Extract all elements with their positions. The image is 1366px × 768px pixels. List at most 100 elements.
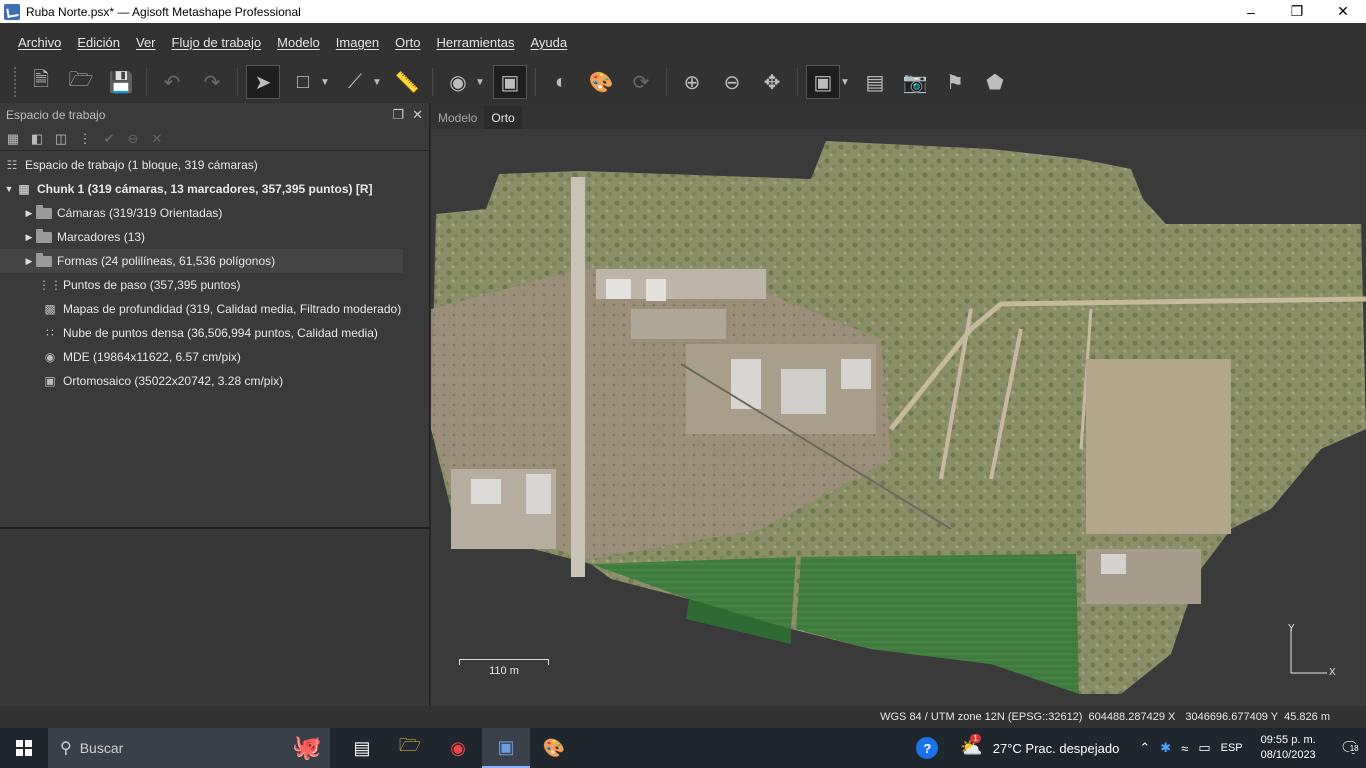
camera-icon[interactable]: 📷 <box>898 65 932 99</box>
float-panel-icon[interactable]: ❐ <box>392 107 404 123</box>
weather-icon[interactable]: ⛅ 1 <box>960 733 983 759</box>
open-folder-icon[interactable]: 🗁 <box>64 65 98 99</box>
orthomosaic-view-icon[interactable]: ▣ <box>493 65 527 99</box>
menu-imagen[interactable]: Imagen <box>328 35 387 50</box>
tree-item-markers[interactable]: ▶ Marcadores (13) <box>0 225 429 249</box>
status-y: 3046696.677409 Y <box>1185 711 1279 723</box>
notifications-icon[interactable]: 🗨18 <box>1340 738 1361 758</box>
new-file-icon[interactable]: 🗎 <box>24 65 58 99</box>
add-marker-icon[interactable]: ⋮ <box>76 130 94 148</box>
status-x: 604488.287429 X <box>1088 711 1176 723</box>
selection-dropdown-icon[interactable]: ▼ <box>320 65 330 99</box>
paint-icon[interactable]: 🎨 <box>530 728 578 768</box>
tree-item-cameras[interactable]: ▶ Cámaras (319/319 Orientadas) <box>0 201 429 225</box>
search-icon: ⚲ <box>60 740 72 757</box>
folder-icon <box>36 228 52 244</box>
workspace-root-row[interactable]: ☷ Espacio de trabajo (1 bloque, 319 cáma… <box>0 153 429 177</box>
notification-count: 18 <box>1347 744 1361 753</box>
orthomosaic-image <box>431 141 1366 694</box>
markers-flag-icon[interactable]: ⚑ <box>938 65 972 99</box>
title-bar: Ruba Norte.psx* — Agisoft Metashape Prof… <box>0 0 1366 23</box>
wifi-icon[interactable]: ≈ <box>1181 741 1188 756</box>
battery-icon[interactable]: ▭ <box>1198 740 1210 756</box>
menu-ver[interactable]: Ver <box>128 35 164 50</box>
save-icon[interactable]: 💾 <box>104 65 138 99</box>
help-icon[interactable]: ? <box>916 737 939 759</box>
workspace-root-label: Espacio de trabajo (1 bloque, 319 cámara… <box>25 158 258 172</box>
draw-polyline-icon[interactable]: ⟋ <box>338 65 372 99</box>
weather-text[interactable]: 27°C Prac. despejado <box>993 741 1120 756</box>
tree-item-tie-points[interactable]: ⋮⋮ Puntos de paso (357,395 puntos) <box>0 273 429 297</box>
refresh-icon[interactable]: ⟳ <box>624 65 658 99</box>
restore-button[interactable]: ❐ <box>1274 0 1320 23</box>
add-folder-icon[interactable]: ◫ <box>52 130 70 148</box>
expand-arrow-icon[interactable]: ▶ <box>22 208 36 219</box>
menu-edicion[interactable]: Edición <box>69 35 128 50</box>
start-button[interactable] <box>0 728 48 768</box>
tree-item-orthomosaic[interactable]: ▣ Ortomosaico (35022x20742, 3.28 cm/pix) <box>0 369 429 393</box>
menu-modelo[interactable]: Modelo <box>269 35 328 50</box>
chunk-row[interactable]: ▼ ▦ Chunk 1 (319 cámaras, 13 marcadores,… <box>0 177 429 201</box>
add-photos-icon[interactable]: ◧ <box>28 130 46 148</box>
minimize-button[interactable]: – <box>1228 0 1274 23</box>
workspace-toolbar: ▦ ◧ ◫ ⋮ ✔ ⊖ ✕ <box>0 127 429 151</box>
dem-view-icon[interactable]: ◉ <box>441 65 475 99</box>
task-view-icon[interactable]: ▤ <box>338 728 386 768</box>
reset-view-icon[interactable]: ✥ <box>755 65 789 99</box>
dem-dropdown-icon[interactable]: ▼ <box>475 65 485 99</box>
remove-icon[interactable]: ✕ <box>148 130 166 148</box>
show-hidden-icons-icon[interactable]: ⌃ <box>1139 740 1150 756</box>
chunk-label: Chunk 1 (319 cámaras, 13 marcadores, 357… <box>37 182 373 196</box>
metashape-app-icon <box>4 3 20 20</box>
chrome-icon[interactable]: ◉ <box>434 728 482 768</box>
draw-dropdown-icon[interactable]: ▼ <box>372 65 382 99</box>
ortho-image-icon[interactable]: ▣ <box>806 65 840 99</box>
status-z: 45.826 m <box>1284 711 1330 723</box>
toolbar-separator <box>432 68 433 96</box>
tab-modelo[interactable]: Modelo <box>431 106 484 129</box>
expand-arrow-icon[interactable]: ▶ <box>22 232 36 243</box>
tree-item-label: Puntos de paso (357,395 puntos) <box>63 278 241 292</box>
add-chunk-icon[interactable]: ▦ <box>4 130 22 148</box>
tree-item-label: Marcadores (13) <box>57 230 146 244</box>
tree-item-depth-maps[interactable]: ▩ Mapas de profundidad (319, Calidad med… <box>0 297 429 321</box>
bluetooth-icon[interactable]: ✱ <box>1160 740 1171 756</box>
navigation-pointer-icon[interactable]: ➤ <box>246 65 280 99</box>
tree-item-dense-cloud[interactable]: ∷ Nube de puntos densa (36,506,994 punto… <box>0 321 429 345</box>
menu-archivo[interactable]: Archivo <box>10 35 69 50</box>
zoom-in-icon[interactable]: ⊕ <box>675 65 709 99</box>
view-tabs: Modelo Orto <box>431 103 1366 129</box>
clock[interactable]: 09:55 p. m. 08/10/2023 <box>1261 733 1316 763</box>
search-placeholder: Buscar <box>79 740 124 756</box>
menu-ayuda[interactable]: Ayuda <box>522 35 575 50</box>
menu-flujo-de-trabajo[interactable]: Flujo de trabajo <box>164 35 270 50</box>
taskbar-search[interactable]: ⚲ Buscar 🐙 <box>48 728 330 768</box>
expand-arrow-icon[interactable]: ▶ <box>22 256 36 267</box>
tree-item-dem[interactable]: ◉ MDE (19864x11622, 6.57 cm/pix) <box>0 345 429 369</box>
ruler-icon[interactable]: 📏 <box>390 65 424 99</box>
close-button[interactable]: ✕ <box>1320 0 1366 23</box>
contrast-icon[interactable]: ◐ <box>544 65 578 99</box>
zoom-out-icon[interactable]: ⊖ <box>715 65 749 99</box>
palette-icon[interactable]: 🎨 <box>584 65 618 99</box>
disable-icon[interactable]: ⊖ <box>124 130 142 148</box>
metashape-taskbar-icon[interactable]: ▣ <box>482 728 530 768</box>
window-title: Ruba Norte.psx* — Agisoft Metashape Prof… <box>26 4 301 19</box>
tab-orto[interactable]: Orto <box>484 106 522 129</box>
enable-icon[interactable]: ✔ <box>100 130 118 148</box>
undo-icon[interactable]: ↶ <box>155 65 189 99</box>
dem-icon: ◉ <box>44 350 56 364</box>
close-panel-icon[interactable]: ✕ <box>412 107 423 123</box>
language-indicator[interactable]: ESP <box>1221 742 1243 754</box>
ortho-viewport[interactable]: 110 m Y X <box>431 129 1366 706</box>
redo-icon[interactable]: ↷ <box>195 65 229 99</box>
rectangle-selection-icon[interactable]: □ <box>286 65 320 99</box>
seamlines-icon[interactable]: ▤ <box>858 65 892 99</box>
tree-item-shapes[interactable]: ▶ Formas (24 polilíneas, 61,536 polígono… <box>0 249 403 273</box>
file-explorer-icon[interactable]: 🗁 <box>386 728 434 768</box>
ortho-dropdown-icon[interactable]: ▼ <box>840 65 850 99</box>
shapes-icon[interactable]: ⬟ <box>978 65 1012 99</box>
collapse-arrow-icon[interactable]: ▼ <box>2 184 16 194</box>
menu-herramientas[interactable]: Herramientas <box>428 35 522 50</box>
menu-orto[interactable]: Orto <box>387 35 428 50</box>
